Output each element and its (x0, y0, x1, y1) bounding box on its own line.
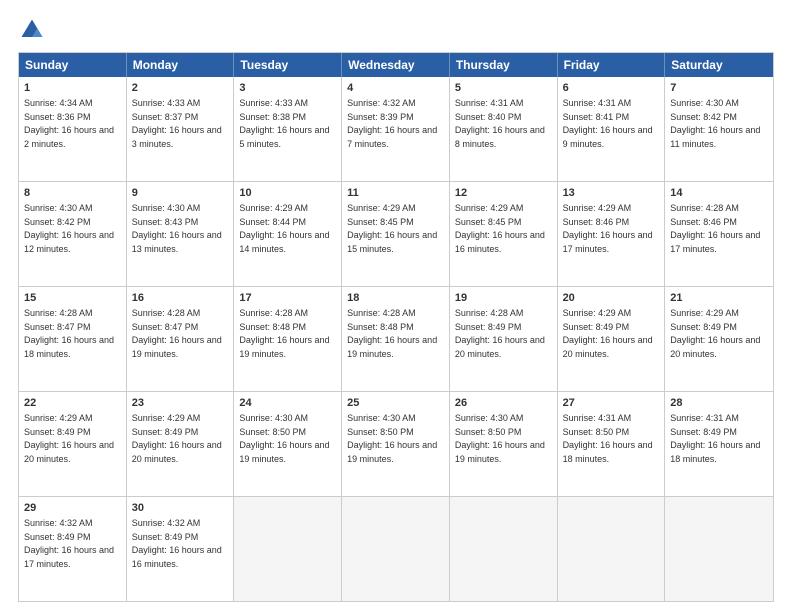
week-row-2: 15Sunrise: 4:28 AMSunset: 8:47 PMDayligh… (19, 286, 773, 391)
day-27: 27Sunrise: 4:31 AMSunset: 8:50 PMDayligh… (558, 392, 666, 496)
day-9: 9Sunrise: 4:30 AMSunset: 8:43 PMDaylight… (127, 182, 235, 286)
empty-cell (342, 497, 450, 601)
day-16: 16Sunrise: 4:28 AMSunset: 8:47 PMDayligh… (127, 287, 235, 391)
page: Sunday Monday Tuesday Wednesday Thursday… (0, 0, 792, 612)
empty-cell (450, 497, 558, 601)
header-monday: Monday (127, 53, 235, 77)
day-10: 10Sunrise: 4:29 AMSunset: 8:44 PMDayligh… (234, 182, 342, 286)
day-17: 17Sunrise: 4:28 AMSunset: 8:48 PMDayligh… (234, 287, 342, 391)
day-4: 4Sunrise: 4:32 AMSunset: 8:39 PMDaylight… (342, 77, 450, 181)
week-row-4: 29Sunrise: 4:32 AMSunset: 8:49 PMDayligh… (19, 496, 773, 601)
header-wednesday: Wednesday (342, 53, 450, 77)
week-row-0: 1Sunrise: 4:34 AMSunset: 8:36 PMDaylight… (19, 77, 773, 181)
calendar-body: 1Sunrise: 4:34 AMSunset: 8:36 PMDaylight… (19, 77, 773, 601)
day-3: 3Sunrise: 4:33 AMSunset: 8:38 PMDaylight… (234, 77, 342, 181)
day-13: 13Sunrise: 4:29 AMSunset: 8:46 PMDayligh… (558, 182, 666, 286)
day-25: 25Sunrise: 4:30 AMSunset: 8:50 PMDayligh… (342, 392, 450, 496)
calendar: Sunday Monday Tuesday Wednesday Thursday… (18, 52, 774, 602)
day-19: 19Sunrise: 4:28 AMSunset: 8:49 PMDayligh… (450, 287, 558, 391)
day-2: 2Sunrise: 4:33 AMSunset: 8:37 PMDaylight… (127, 77, 235, 181)
week-row-3: 22Sunrise: 4:29 AMSunset: 8:49 PMDayligh… (19, 391, 773, 496)
day-8: 8Sunrise: 4:30 AMSunset: 8:42 PMDaylight… (19, 182, 127, 286)
day-18: 18Sunrise: 4:28 AMSunset: 8:48 PMDayligh… (342, 287, 450, 391)
calendar-header: Sunday Monday Tuesday Wednesday Thursday… (19, 53, 773, 77)
empty-cell (665, 497, 773, 601)
day-29: 29Sunrise: 4:32 AMSunset: 8:49 PMDayligh… (19, 497, 127, 601)
day-21: 21Sunrise: 4:29 AMSunset: 8:49 PMDayligh… (665, 287, 773, 391)
day-22: 22Sunrise: 4:29 AMSunset: 8:49 PMDayligh… (19, 392, 127, 496)
week-row-1: 8Sunrise: 4:30 AMSunset: 8:42 PMDaylight… (19, 181, 773, 286)
day-7: 7Sunrise: 4:30 AMSunset: 8:42 PMDaylight… (665, 77, 773, 181)
day-28: 28Sunrise: 4:31 AMSunset: 8:49 PMDayligh… (665, 392, 773, 496)
day-11: 11Sunrise: 4:29 AMSunset: 8:45 PMDayligh… (342, 182, 450, 286)
day-12: 12Sunrise: 4:29 AMSunset: 8:45 PMDayligh… (450, 182, 558, 286)
day-26: 26Sunrise: 4:30 AMSunset: 8:50 PMDayligh… (450, 392, 558, 496)
day-24: 24Sunrise: 4:30 AMSunset: 8:50 PMDayligh… (234, 392, 342, 496)
day-6: 6Sunrise: 4:31 AMSunset: 8:41 PMDaylight… (558, 77, 666, 181)
logo (18, 16, 50, 44)
day-23: 23Sunrise: 4:29 AMSunset: 8:49 PMDayligh… (127, 392, 235, 496)
day-20: 20Sunrise: 4:29 AMSunset: 8:49 PMDayligh… (558, 287, 666, 391)
day-5: 5Sunrise: 4:31 AMSunset: 8:40 PMDaylight… (450, 77, 558, 181)
day-14: 14Sunrise: 4:28 AMSunset: 8:46 PMDayligh… (665, 182, 773, 286)
logo-icon (18, 16, 46, 44)
header-sunday: Sunday (19, 53, 127, 77)
header (18, 16, 774, 44)
header-tuesday: Tuesday (234, 53, 342, 77)
day-15: 15Sunrise: 4:28 AMSunset: 8:47 PMDayligh… (19, 287, 127, 391)
empty-cell (558, 497, 666, 601)
day-30: 30Sunrise: 4:32 AMSunset: 8:49 PMDayligh… (127, 497, 235, 601)
header-saturday: Saturday (665, 53, 773, 77)
empty-cell (234, 497, 342, 601)
header-thursday: Thursday (450, 53, 558, 77)
day-1: 1Sunrise: 4:34 AMSunset: 8:36 PMDaylight… (19, 77, 127, 181)
header-friday: Friday (558, 53, 666, 77)
